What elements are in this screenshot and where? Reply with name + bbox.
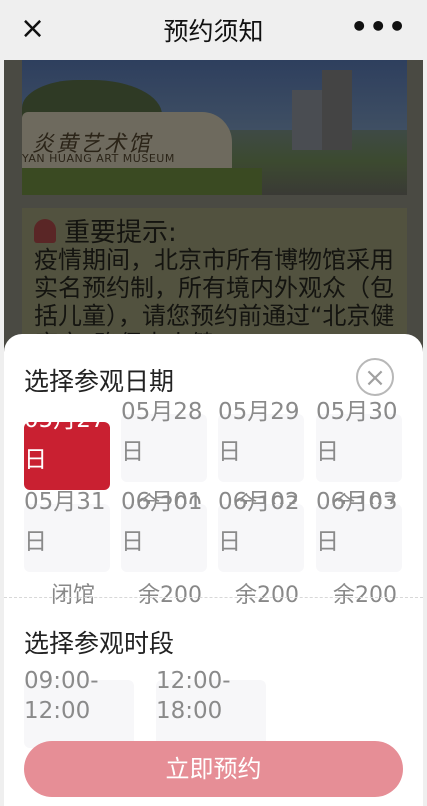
book-now-button[interactable]: 立即预约	[24, 741, 403, 797]
remaining-count: 余200	[333, 583, 397, 608]
date-section-title: 选择参观日期	[24, 367, 175, 396]
close-icon[interactable]: ×	[20, 14, 45, 44]
remaining-count: 余200	[235, 583, 299, 608]
page-title: 预约须知	[163, 17, 264, 46]
close-sheet-icon[interactable]: ×	[356, 358, 394, 396]
booking-sheet: 选择参观日期 × 05月27 日 05月28 日 余200 05月29 日 余1…	[4, 334, 423, 806]
time-section-title: 选择参观时段	[24, 629, 175, 658]
notice-heading: 重要提示:	[64, 218, 177, 248]
museum-photo: 炎黄艺术馆 YAN HUANG ART MUSEUM	[22, 60, 407, 195]
section-divider	[4, 597, 423, 598]
top-bar: × 预约须知 •••	[0, 0, 427, 60]
alert-bell-icon	[34, 218, 56, 243]
more-icon[interactable]: •••	[350, 10, 407, 43]
remaining-count: 闭馆	[50, 583, 95, 608]
remaining-count: 余200	[138, 583, 202, 608]
museum-sign-english: YAN HUANG ART MUSEUM	[22, 152, 175, 165]
